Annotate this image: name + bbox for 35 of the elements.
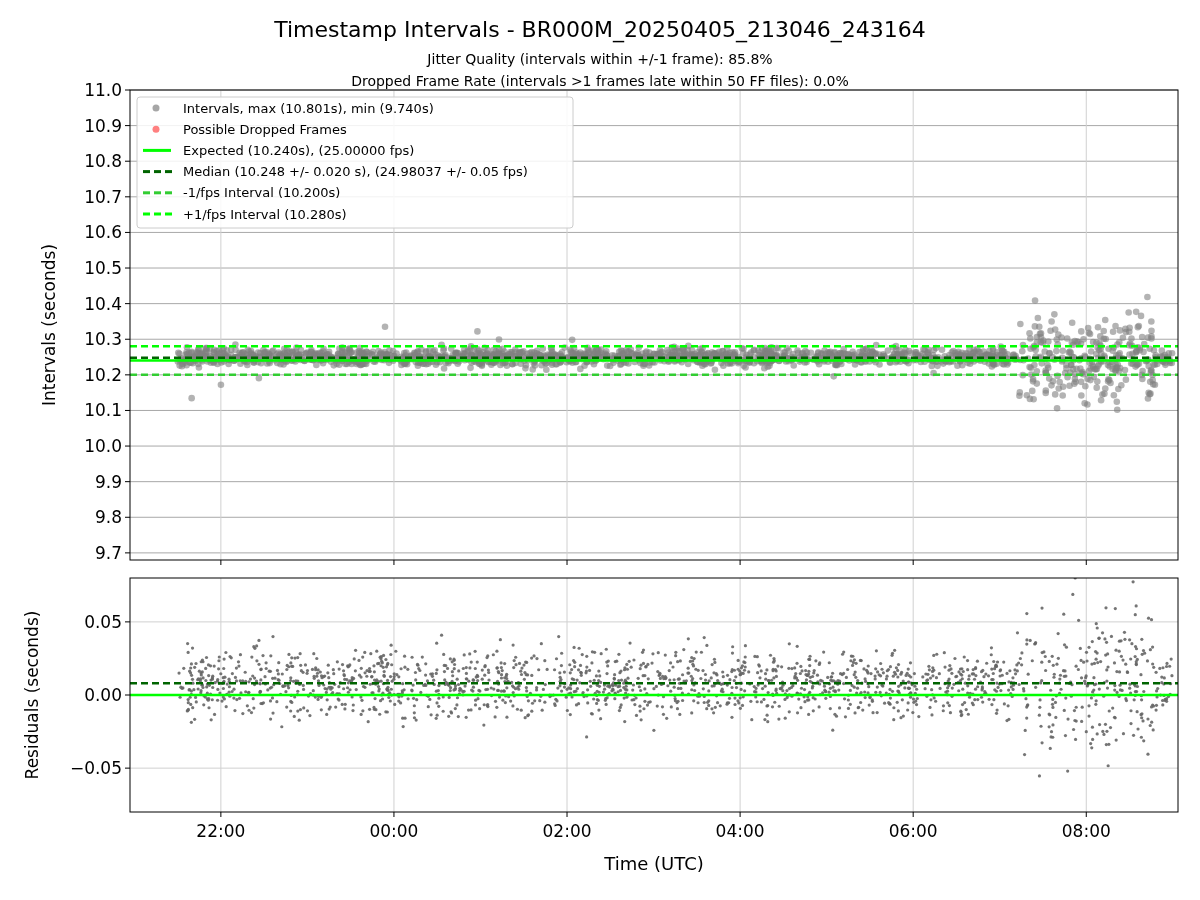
y-tick-label: 10.4 bbox=[84, 293, 122, 314]
legend-label: -1/fps Interval (10.200s) bbox=[183, 185, 341, 201]
x-tick-label: 06:00 bbox=[888, 821, 938, 841]
y-tick-label: 10.8 bbox=[84, 151, 122, 172]
y-axis-label: Residuals (seconds) bbox=[22, 610, 42, 780]
y-axis-label: Intervals (seconds) bbox=[39, 243, 59, 407]
y-tick-label: 10.7 bbox=[84, 186, 122, 207]
y-tick-label: 11.0 bbox=[84, 80, 122, 100]
figure-subtitle: Dropped Frame Rate (intervals >1 frames late within 50 FF files): 0.0% bbox=[351, 73, 849, 89]
y-tick-label: 9.7 bbox=[94, 542, 122, 563]
legend-label: +1/fps Interval (10.280s) bbox=[183, 206, 347, 222]
legend-label: Expected (10.240s), (25.00000 fps) bbox=[183, 142, 415, 158]
y-tick-label: 10.1 bbox=[84, 400, 122, 421]
y-tick-label: 10.3 bbox=[84, 329, 122, 350]
figure-subtitle: Jitter Quality (intervals within +/-1 frame): 85.8% bbox=[427, 51, 773, 67]
y-tick-label: 9.8 bbox=[94, 507, 122, 528]
legend-label: Possible Dropped Frames bbox=[183, 121, 347, 137]
x-tick-label: 08:00 bbox=[1061, 821, 1111, 841]
figure-title: Timestamp Intervals - BR000M_20250405_213046_243164 bbox=[274, 17, 926, 42]
y-tick-label: −0.05 bbox=[69, 758, 122, 779]
y-tick-label: 10.9 bbox=[84, 115, 122, 136]
legend-label: Median (10.248 +/- 0.020 s), (24.98037 +/- 0.05 fps) bbox=[183, 164, 528, 180]
x-axis-label: Time (UTC) bbox=[604, 853, 704, 874]
legend-label: Intervals, max (10.801s), min (9.740s) bbox=[183, 100, 434, 116]
y-tick-label: 9.9 bbox=[94, 471, 122, 492]
y-tick-label: 10.5 bbox=[84, 258, 122, 279]
x-tick-label: 02:00 bbox=[542, 821, 592, 841]
x-tick-label: 04:00 bbox=[715, 821, 765, 841]
x-tick-label: 00:00 bbox=[369, 821, 419, 841]
y-tick-label: 0.00 bbox=[84, 685, 122, 705]
x-tick-label: 22:00 bbox=[196, 821, 246, 841]
y-tick-label: 10.2 bbox=[84, 364, 122, 385]
y-tick-label: 10.0 bbox=[84, 436, 122, 457]
y-tick-label: 10.6 bbox=[84, 222, 122, 243]
y-tick-label: 0.05 bbox=[84, 611, 122, 632]
